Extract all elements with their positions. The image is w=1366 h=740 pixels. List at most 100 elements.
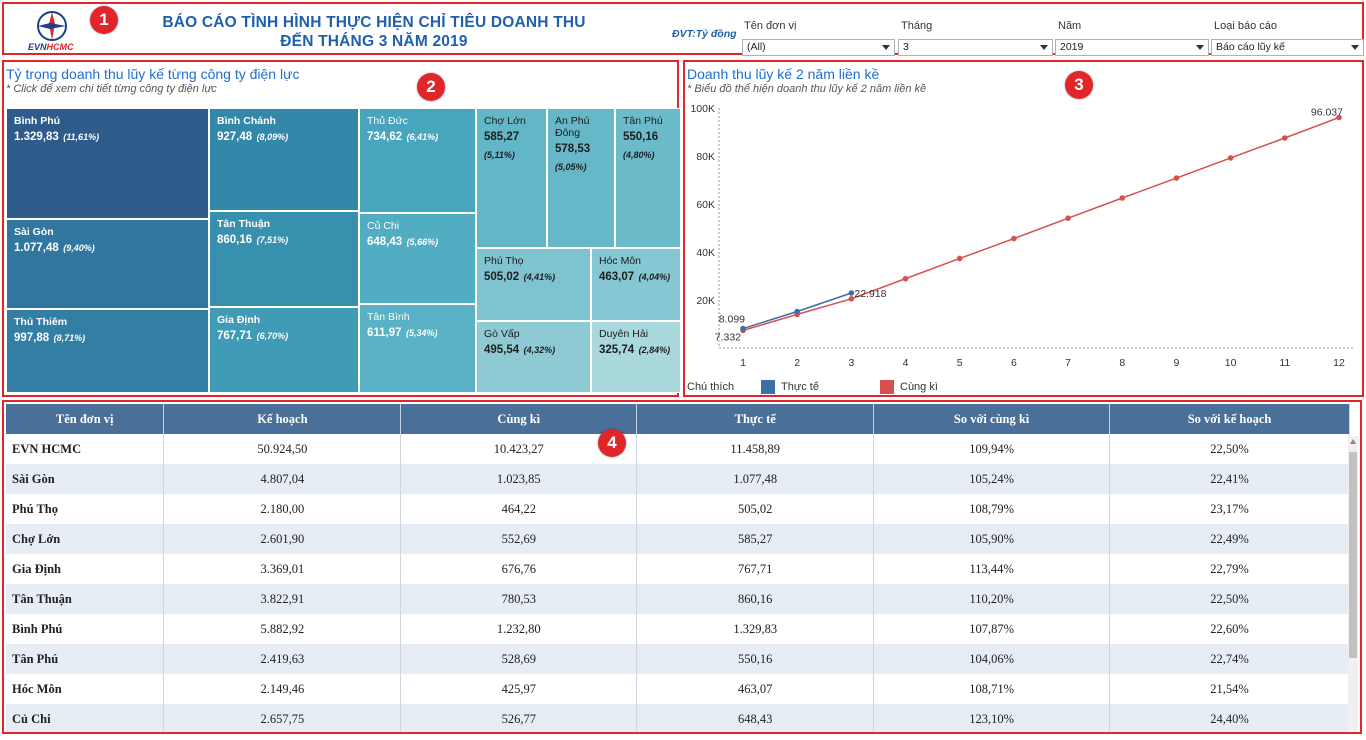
table-cell: 780,53: [400, 584, 638, 614]
table-cell: 22,49%: [1109, 524, 1350, 554]
treemap-cell[interactable]: Phú Thọ 505,02 (4,41%): [476, 248, 591, 321]
table-cell: 22,79%: [1109, 554, 1350, 584]
column-header-actual[interactable]: Thực tế: [636, 404, 875, 434]
filter-month-label: Tháng: [901, 20, 933, 32]
treemap-cell-percent: (6,41%): [406, 132, 439, 142]
column-header-plan[interactable]: Kế hoạch: [163, 404, 402, 434]
treemap-cell[interactable]: Gia Định 767,71 (6,70%): [209, 307, 359, 393]
treemap-cell-percent: (4,80%): [623, 150, 655, 160]
table-cell-unit: Gia Định: [6, 554, 165, 584]
section-badge-3: 3: [1065, 71, 1093, 99]
table-cell: 2.419,63: [163, 644, 402, 674]
column-header-vs-previous[interactable]: So với cùng kì: [873, 404, 1111, 434]
table-cell: 585,27: [636, 524, 875, 554]
table-row[interactable]: Gia Định 3.369,01 676,76 767,71 113,44% 22,79…: [6, 554, 1350, 584]
page-title-line1: BÁO CÁO TÌNH HÌNH THỰC HIỆN CHỈ TIÊU DOA…: [162, 14, 586, 31]
treemap-cell-value: 611,97: [367, 327, 402, 339]
table-cell: 1.077,48: [636, 464, 875, 494]
treemap-cell-value: 585,27: [484, 131, 520, 143]
treemap-cell-percent: (5,05%): [555, 162, 587, 172]
treemap-cell[interactable]: Bình Phú 1.329,83 (11,61%): [6, 108, 209, 219]
treemap-cell[interactable]: Tân Thuận 860,16 (7,51%): [209, 211, 359, 307]
treemap-cell[interactable]: Hóc Môn 463,07 (4,04%): [591, 248, 681, 321]
treemap-cell[interactable]: Sài Gòn 1.077,48 (9,40%): [6, 219, 209, 309]
table-cell: 860,16: [636, 584, 875, 614]
line-chart-title: Doanh thu lũy kế 2 năm liền kề: [687, 66, 880, 82]
treemap-cell-name: Gò Vấp: [484, 328, 520, 340]
treemap-cell-value: 767,71: [217, 330, 253, 342]
treemap-cell-name: Chợ Lớn: [484, 115, 526, 127]
treemap-cell[interactable]: Tân Bình 611,97 (5,34%): [359, 304, 476, 393]
treemap-cell[interactable]: Chợ Lớn 585,27 (5,11%): [476, 108, 547, 248]
treemap-cell-name: Thủ Đức: [367, 115, 408, 127]
filter-report-type-value: Báo cáo lũy kế: [1216, 41, 1285, 53]
y-tick-label: 20K: [696, 295, 715, 307]
table-cell: 108,79%: [873, 494, 1111, 524]
series-line-previous: [742, 116, 1340, 332]
treemap-cell-percent: (5,11%): [484, 150, 515, 160]
table-row[interactable]: Củ Chi 2.657,75 526,77 648,43 123,10% 24,40%: [6, 704, 1350, 732]
table-row[interactable]: Tân Thuận 3.822,91 780,53 860,16 110,20% 22,5…: [6, 584, 1350, 614]
treemap-cell[interactable]: Thủ Thiêm 997,88 (8,71%): [6, 309, 209, 393]
vertical-scrollbar[interactable]: [1348, 436, 1358, 732]
column-header-vs-plan[interactable]: So với kế hoạch: [1109, 404, 1350, 434]
treemap-cell[interactable]: An Phú Đông 578,53 (5,05%): [547, 108, 615, 248]
column-header-previous[interactable]: Cùng kì: [400, 404, 638, 434]
filter-year-label: Năm: [1058, 20, 1082, 32]
treemap-cell-value: 550,16: [623, 131, 659, 143]
y-tick-label: 60K: [696, 199, 715, 211]
chevron-down-icon: [1196, 45, 1204, 50]
filter-report-type-select[interactable]: Báo cáo lũy kế: [1211, 39, 1364, 56]
table-row[interactable]: Chợ Lớn 2.601,90 552,69 585,27 105,90% 22,49%: [6, 524, 1350, 554]
treemap-cell-value: 860,16: [217, 234, 253, 246]
table-row[interactable]: Hóc Môn 2.149,46 425,97 463,07 108,71% 21,54%: [6, 674, 1350, 704]
x-tick-label: 12: [1333, 357, 1345, 369]
table-cell: 22,60%: [1109, 614, 1350, 644]
filter-year-select[interactable]: 2019: [1055, 39, 1209, 56]
treemap-panel: Tỷ trọng doanh thu lũy kế từng công ty đ…: [2, 60, 681, 397]
treemap-cell-name: Tân Thuận: [217, 218, 271, 230]
line-chart-panel: Doanh thu lũy kế 2 năm liền kề * Biểu đồ…: [683, 60, 1364, 397]
treemap-cell-percent: (6,70%): [256, 331, 289, 341]
chevron-down-icon: [882, 45, 890, 50]
table-row[interactable]: Phú Thọ 2.180,00 464,22 505,02 108,79% 23,17%: [6, 494, 1350, 524]
treemap-subtitle: * Click để xem chi tiết từng công ty điệ…: [6, 83, 217, 95]
treemap-cell[interactable]: Gò Vấp 495,54 (4,32%): [476, 321, 591, 393]
treemap-cell-percent: (5,66%): [406, 237, 439, 247]
table-cell: 463,07: [636, 674, 875, 704]
treemap-cell-value: 505,02: [484, 271, 520, 283]
table-row[interactable]: Sài Gòn 4.807,04 1.023,85 1.077,48 105,24% 22…: [6, 464, 1350, 494]
scroll-thumb[interactable]: [1349, 452, 1357, 658]
table-row[interactable]: Bình Phú 5.882,92 1.232,80 1.329,83 107,87% 2…: [6, 614, 1350, 644]
treemap-cell-percent: (11,61%): [63, 132, 100, 142]
table-cell-unit: Bình Phú: [6, 614, 165, 644]
filter-unit-select[interactable]: (All): [742, 39, 895, 56]
table-cell: 2.601,90: [163, 524, 402, 554]
treemap-cell[interactable]: Bình Chánh 927,48 (8,09%): [209, 108, 359, 211]
treemap-cell-value: 734,62: [367, 131, 403, 143]
filter-month-value: 3: [903, 41, 909, 53]
data-label: 22.918: [854, 288, 886, 300]
treemap-cell-value: 1.329,83: [14, 131, 59, 143]
table-cell: 676,76: [400, 554, 638, 584]
data-point-previous: [1173, 175, 1180, 181]
table-cell: 107,87%: [873, 614, 1111, 644]
table-cell: 425,97: [400, 674, 638, 704]
treemap-cell[interactable]: Tân Phú 550,16 (4,80%): [615, 108, 681, 248]
treemap-cell-percent: (4,04%): [638, 272, 671, 282]
treemap-cell[interactable]: Duyên Hải 325,74 (2,84%): [591, 321, 681, 393]
table-row[interactable]: EVN HCMC 50.924,50 10.423,27 11.458,89 109,9…: [6, 434, 1350, 464]
logo-text: EVNHCMC: [28, 42, 74, 52]
scroll-up-arrow-icon[interactable]: [1350, 439, 1356, 444]
table-cell: 110,20%: [873, 584, 1111, 614]
x-tick-label: 1: [740, 357, 746, 369]
table-cell: 11.458,89: [636, 434, 875, 464]
filter-report-type-label: Loại báo cáo: [1214, 20, 1277, 32]
column-header-unit[interactable]: Tên đơn vị: [6, 404, 165, 434]
treemap-cell[interactable]: Thủ Đức 734,62 (6,41%): [359, 108, 476, 213]
table-cell-unit: Tân Thuận: [6, 584, 165, 614]
table-row[interactable]: Tân Phú 2.419,63 528,69 550,16 104,06% 22,74%: [6, 644, 1350, 674]
filter-month-select[interactable]: 3: [898, 39, 1053, 56]
treemap-cell-value: 325,74: [599, 344, 635, 356]
treemap-cell[interactable]: Củ Chi 648,43 (5,66%): [359, 213, 476, 304]
